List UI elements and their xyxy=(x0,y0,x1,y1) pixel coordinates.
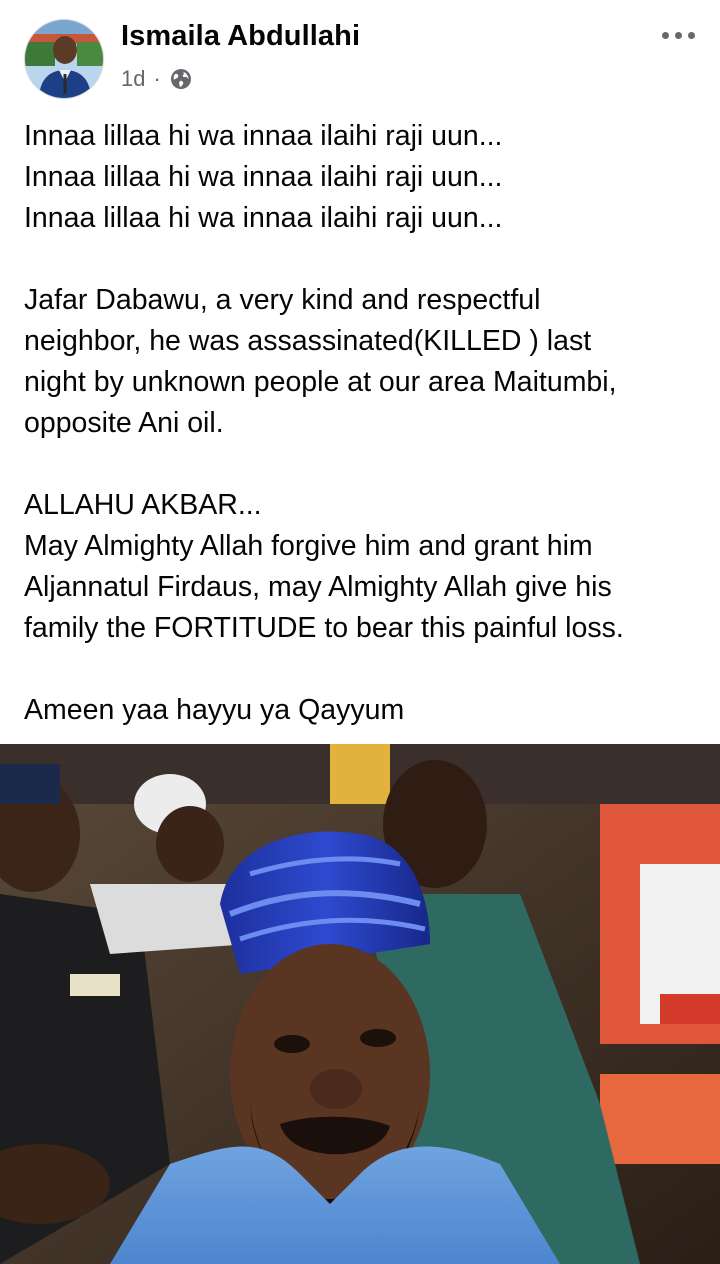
post-header: Ismaila Abdullahi 1d · xyxy=(0,0,720,110)
meta-separator: · xyxy=(153,66,161,91)
post-line: Innaa lillaa hi wa innaa ilaihi raji uun… xyxy=(24,202,503,234)
facebook-post: Ismaila Abdullahi 1d · Innaa lillaa hi w… xyxy=(0,0,720,1264)
post-line: Innaa lillaa hi wa innaa ilaihi raji uun… xyxy=(24,161,503,193)
more-dot xyxy=(661,31,669,39)
post-line: night by unknown people at our area Mait… xyxy=(24,366,617,398)
post-photo[interactable] xyxy=(0,744,720,1264)
post-meta: 1d · xyxy=(121,64,193,94)
author-name[interactable]: Ismaila Abdullahi xyxy=(121,20,360,53)
post-line: Ameen yaa hayyu ya Qayyum xyxy=(24,694,405,726)
post-line: Jafar Dabawu, a very kind and respectful xyxy=(24,284,541,316)
more-dot xyxy=(687,31,695,39)
avatar-photo xyxy=(25,20,103,98)
more-dot xyxy=(674,31,682,39)
post-line: ALLAHU AKBAR... xyxy=(24,489,262,521)
post-time[interactable]: 1d xyxy=(121,66,145,92)
post-line: May Almighty Allah forgive him and grant… xyxy=(24,530,593,562)
globe-icon[interactable] xyxy=(169,67,193,91)
post-line: opposite Ani oil. xyxy=(24,407,224,439)
photo-illustration xyxy=(0,744,720,1264)
more-options-icon[interactable] xyxy=(654,18,702,52)
post-line: Innaa lillaa hi wa innaa ilaihi raji uun… xyxy=(24,120,503,152)
post-line: neighbor, he was assassinated(KILLED ) l… xyxy=(24,325,592,357)
post-line: family the FORTITUDE to bear this painfu… xyxy=(24,612,624,644)
post-text: Innaa lillaa hi wa innaa ilaihi raji uun… xyxy=(24,116,714,731)
post-line: Aljannatul Firdaus, may Almighty Allah g… xyxy=(24,571,612,603)
author-avatar[interactable] xyxy=(24,19,104,99)
